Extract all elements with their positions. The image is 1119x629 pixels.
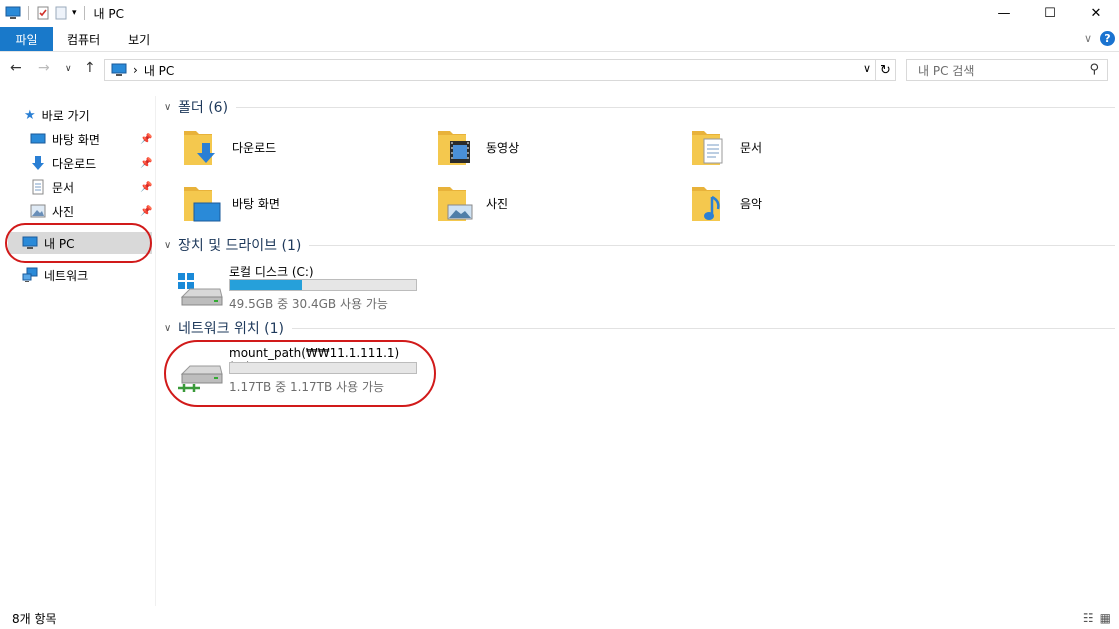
new-folder-icon[interactable] — [54, 6, 68, 20]
drive-usage-text: 1.17TB 중 1.17TB 사용 가능 — [229, 380, 385, 394]
this-pc-icon — [111, 63, 127, 76]
folder-label: 사진 — [486, 196, 509, 211]
ribbon-tabs: 파일 컴퓨터 보기 ∨ ? — [0, 27, 1119, 52]
sidebar-item-label: 내 PC — [44, 236, 75, 251]
properties-icon[interactable] — [36, 6, 50, 20]
folder-item-documents[interactable]: 문서 — [690, 122, 930, 172]
sidebar-item-network[interactable]: 네트워크 — [22, 264, 88, 286]
group-header-folders[interactable]: ∨ 폴더 (6) — [160, 97, 1115, 117]
quick-access-toolbar: ▾ — [0, 0, 88, 26]
pin-icon[interactable]: 📌 — [140, 206, 152, 217]
network-drive-icon — [178, 365, 223, 392]
collapse-chevron-icon[interactable]: ∨ — [164, 102, 178, 113]
computer-icon — [5, 6, 21, 19]
search-icon[interactable]: ⚲ — [1089, 62, 1099, 77]
sidebar-item-label: 사진 — [52, 204, 75, 219]
sidebar-item-quick-access[interactable]: ★ 바로 가기 — [24, 104, 90, 126]
group-title: 폴더 (6) — [178, 100, 229, 116]
sidebar-item-label: 네트워크 — [44, 268, 89, 283]
folder-item-pictures[interactable]: 사진 — [436, 178, 676, 228]
drive-usage-fill — [230, 280, 302, 290]
drive-usage-bar — [229, 362, 417, 374]
close-button[interactable]: ✕ — [1073, 0, 1119, 26]
folder-label: 다운로드 — [232, 140, 277, 155]
this-pc-icon — [22, 236, 38, 249]
minimize-button[interactable]: — — [981, 0, 1027, 26]
folder-item-desktop[interactable]: 바탕 화면 — [182, 178, 422, 228]
pictures-icon — [30, 204, 46, 218]
windows-drive-icon — [178, 273, 223, 306]
details-view-icon[interactable]: ☷ — [1083, 611, 1094, 625]
network-icon — [22, 267, 38, 282]
drive-usage-text: 49.5GB 중 30.4GB 사용 가능 — [229, 297, 388, 311]
back-arrow-icon[interactable]: ← — [10, 60, 22, 76]
search-box[interactable]: 내 PC 검색 ⚲ — [906, 59, 1108, 81]
pin-icon[interactable]: 📌 — [140, 158, 152, 169]
desktop-folder-icon — [184, 187, 221, 222]
status-item-count: 8개 항목 — [12, 612, 57, 626]
drive-usage-bar — [229, 279, 417, 291]
drive-item-local-c[interactable]: 로컬 디스크 (C:) 49.5GB 중 30.4GB 사용 가능 — [160, 263, 420, 319]
window-controls: — ☐ ✕ — [981, 0, 1119, 26]
sidebar-item-this-pc[interactable]: 내 PC — [22, 232, 74, 254]
group-title: 네트워크 위치 (1) — [178, 321, 285, 337]
address-dropdown-icon[interactable]: ∨ — [863, 62, 871, 75]
tab-computer[interactable]: 컴퓨터 — [53, 27, 114, 51]
sidebar-item-desktop[interactable]: 바탕 화면 📌 — [30, 128, 152, 150]
documents-folder-icon — [692, 131, 723, 165]
sidebar-item-downloads[interactable]: 다운로드 📌 — [30, 152, 152, 174]
breadcrumb-this-pc[interactable]: 내 PC — [144, 62, 174, 79]
folder-item-downloads[interactable]: 다운로드 — [182, 122, 422, 172]
pin-icon[interactable]: 📌 — [140, 182, 152, 193]
group-header-devices[interactable]: ∨ 장치 및 드라이브 (1) — [160, 235, 1115, 255]
sidebar-item-pictures[interactable]: 사진 📌 — [30, 200, 152, 222]
folder-label: 동영상 — [486, 140, 520, 155]
pictures-folder-icon — [438, 187, 473, 221]
up-arrow-icon[interactable]: ↑ — [84, 60, 96, 76]
videos-folder-icon — [438, 131, 470, 165]
folder-item-music[interactable]: 음악 — [690, 178, 930, 228]
maximize-button[interactable]: ☐ — [1027, 0, 1073, 26]
group-header-network-locations[interactable]: ∨ 네트워크 위치 (1) — [160, 318, 1115, 338]
folder-label: 음악 — [740, 196, 763, 211]
drive-item-network-z[interactable]: mount_path(₩₩11.1.111.1) (Z:) 1.17TB 중 1… — [160, 346, 420, 402]
sidebar-item-label: 바로 가기 — [41, 108, 90, 123]
tab-file[interactable]: 파일 — [0, 27, 53, 51]
folder-label: 바탕 화면 — [232, 196, 280, 211]
navigation-bar: ← → ∨ ↑ › 내 PC ∨ ↻ 내 PC 검색 ⚲ — [0, 56, 1119, 84]
expand-ribbon-icon[interactable]: ∨ — [1084, 32, 1092, 45]
downloads-folder-icon — [184, 131, 215, 165]
sidebar-item-documents[interactable]: 문서 📌 — [30, 176, 152, 198]
customize-toolbar-icon[interactable]: ▾ — [72, 8, 77, 18]
document-icon — [32, 179, 44, 195]
refresh-icon[interactable]: ↻ — [875, 60, 895, 80]
pin-icon[interactable]: 📌 — [140, 134, 152, 145]
music-folder-icon — [692, 187, 720, 221]
forward-arrow-icon[interactable]: → — [38, 60, 50, 76]
large-icons-view-icon[interactable]: ▦ — [1100, 611, 1111, 625]
help-icon[interactable]: ? — [1100, 31, 1115, 46]
collapse-chevron-icon[interactable]: ∨ — [164, 323, 178, 334]
tab-view[interactable]: 보기 — [114, 27, 164, 51]
recent-locations-icon[interactable]: ∨ — [65, 64, 72, 74]
collapse-chevron-icon[interactable]: ∨ — [164, 240, 178, 251]
sidebar-item-label: 바탕 화면 — [52, 132, 100, 147]
address-bar[interactable]: › 내 PC ∨ ↻ — [104, 59, 896, 81]
sidebar-item-label: 다운로드 — [52, 156, 97, 171]
file-explorer-window: ▾ 내 PC — ☐ ✕ 파일 컴퓨터 보기 ∨ ? ← → ∨ ↑ › 내 P… — [0, 0, 1119, 629]
download-arrow-icon — [32, 156, 44, 170]
group-title: 장치 및 드라이브 (1) — [178, 238, 302, 254]
folder-item-videos[interactable]: 동영상 — [436, 122, 676, 172]
folder-label: 문서 — [740, 140, 763, 155]
sidebar-item-label: 문서 — [52, 180, 75, 195]
title-bar: ▾ 내 PC — ☐ ✕ — [0, 0, 1119, 26]
star-icon: ★ — [24, 107, 36, 123]
drive-name: 로컬 디스크 (C:) — [229, 265, 314, 279]
desktop-icon — [30, 133, 46, 143]
navigation-pane: ★ 바로 가기 바탕 화면 📌 다운로드 📌 문서 📌 사진 📌 내 PC 네트… — [0, 96, 156, 606]
breadcrumb-separator[interactable]: › — [133, 63, 138, 77]
window-title: 내 PC — [93, 6, 125, 21]
search-placeholder: 내 PC 검색 — [918, 63, 975, 78]
